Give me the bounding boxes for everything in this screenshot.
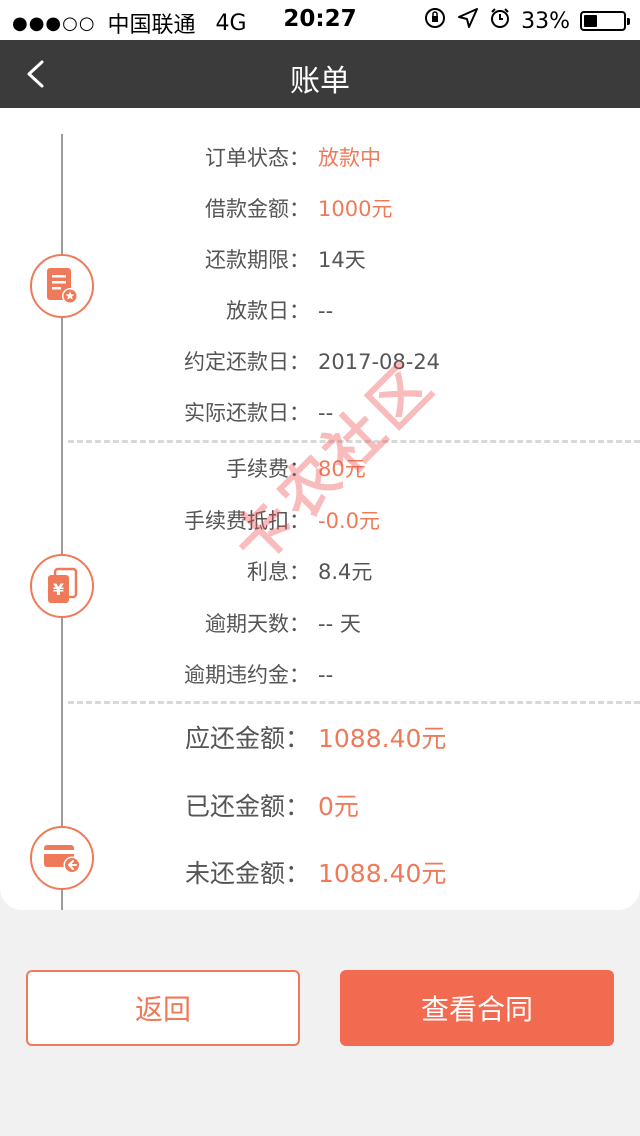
location-icon xyxy=(457,7,479,35)
bill-row-value: 8.4元 xyxy=(318,560,373,584)
bill-row-label: 约定还款日： xyxy=(184,350,310,374)
bill-row-value: -- 天 xyxy=(318,611,361,636)
battery-icon xyxy=(580,11,630,31)
orientation-lock-icon xyxy=(423,6,447,36)
bill-row-value: -- xyxy=(318,663,334,687)
bill-row: 借款金额： 1000元 xyxy=(0,189,640,229)
bill-row-label: 逾期天数： xyxy=(205,611,310,636)
alarm-icon xyxy=(489,7,511,35)
bill-row: 逾期违约金： -- xyxy=(0,655,640,695)
bill-row-label: 未还金额： xyxy=(184,859,310,888)
bill-row: 未还金额： 1088.40元 xyxy=(0,854,640,894)
return-button[interactable]: 返回 xyxy=(26,970,300,1046)
bill-row-value: 1000元 xyxy=(318,197,393,221)
bill-row: 已还金额： 0元 xyxy=(0,787,640,827)
bill-row: 逾期天数： -- 天 xyxy=(0,604,640,644)
bill-row-value: 14天 xyxy=(318,248,366,272)
bill-row-label: 逾期违约金： xyxy=(184,663,310,687)
status-right: 33% xyxy=(423,6,630,36)
bill-row: 约定还款日： 2017-08-24 xyxy=(0,342,640,382)
bill-row-label: 放款日： xyxy=(226,299,310,323)
bill-row-value: 1088.40元 xyxy=(318,724,447,753)
bill-row-label: 还款期限： xyxy=(205,248,310,272)
status-bar: ●●●○○ 中国联通 4G 20:27 33% xyxy=(0,0,640,40)
battery-fill xyxy=(584,15,597,27)
bill-row-label: 订单状态： xyxy=(205,146,310,170)
bill-row-label: 实际还款日： xyxy=(184,401,310,425)
bill-row: 应还金额： 1088.40元 xyxy=(0,719,640,759)
section-divider xyxy=(68,701,640,704)
bill-row-label: 已还金额： xyxy=(184,791,310,821)
bill-row-label: 应还金额： xyxy=(184,724,310,753)
bill-row-value: 放款中 xyxy=(318,146,381,170)
bill-row-value: 1088.40元 xyxy=(318,859,447,888)
view-contract-button[interactable]: 查看合同 xyxy=(340,970,614,1046)
bill-row-value: 0元 xyxy=(318,791,359,821)
bill-row: 订单状态： 放款中 xyxy=(0,138,640,178)
nav-bar: 账单 xyxy=(0,40,640,108)
bill-row-value: -- xyxy=(318,299,334,323)
bill-row: 利息： 8.4元 xyxy=(0,552,640,592)
battery-percent: 33% xyxy=(521,8,570,34)
bill-row: 放款日： -- xyxy=(0,291,640,331)
bill-row-label: 借款金额： xyxy=(205,197,310,221)
page-title: 账单 xyxy=(290,64,350,99)
bill-row: 还款期限： 14天 xyxy=(0,240,640,280)
